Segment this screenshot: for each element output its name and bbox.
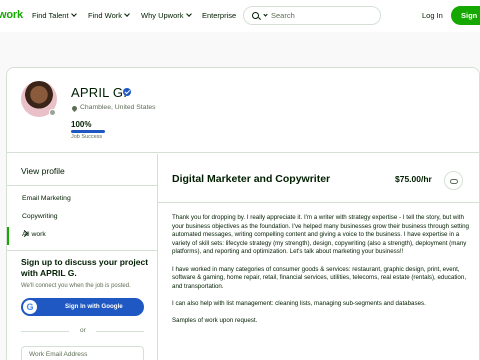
job-success-bar — [71, 130, 105, 133]
login-link[interactable]: Log In — [422, 11, 443, 20]
hourly-rate: $75.00/hr — [395, 174, 432, 184]
job-success-percent: 100% — [71, 120, 92, 129]
job-success-label: Job Success — [71, 134, 103, 140]
google-signin-label: Sign In with Google — [65, 303, 123, 310]
profile-card: APRIL G. Chamblee, United States 100% Jo… — [6, 67, 480, 360]
location-text: Chamblee, United States — [80, 104, 156, 111]
nav-find-talent-label: Find Talent — [32, 11, 69, 20]
signup-subtext: We'll connect you when the job is posted… — [21, 283, 131, 289]
sidebar-item-label: Copywriting — [22, 213, 58, 220]
verified-icon — [123, 88, 131, 96]
nav-find-work[interactable]: Find Work — [88, 11, 130, 20]
top-navigation: work Find Talent Find Work Why Upwork En… — [0, 0, 480, 32]
divider — [7, 185, 158, 186]
nav-why-upwork[interactable]: Why Upwork — [141, 11, 192, 20]
signup-button[interactable]: Sign — [451, 6, 480, 25]
nav-find-talent[interactable]: Find Talent — [32, 11, 77, 20]
nav-find-work-label: Find Work — [88, 11, 123, 20]
link-icon — [450, 178, 458, 184]
copy-link-button[interactable] — [444, 171, 463, 190]
chevron-down-icon — [185, 11, 192, 17]
status-dot — [49, 109, 56, 116]
search-placeholder[interactable]: Search — [271, 11, 295, 20]
upwork-logo[interactable]: work — [0, 9, 23, 21]
divider — [21, 331, 69, 332]
sidebar-item-all-work[interactable]: All work — [7, 227, 158, 245]
profile-header: APRIL G. Chamblee, United States 100% Jo… — [7, 68, 480, 153]
main-content: Digital Marketer and Copywriter $75.00/h… — [158, 154, 480, 360]
divider — [96, 331, 144, 332]
chevron-down-icon[interactable] — [263, 12, 268, 17]
chevron-down-icon — [124, 11, 130, 17]
nav-why-upwork-label: Why Upwork — [141, 11, 184, 20]
overview-paragraph: Thank you for dropping by. I really appr… — [172, 214, 469, 256]
profile-overview: Thank you for dropping by. I really appr… — [172, 214, 472, 334]
divider — [7, 250, 158, 251]
job-success-fill — [71, 130, 105, 133]
or-separator: or — [80, 327, 86, 334]
search-icon — [252, 12, 259, 19]
nav-enterprise[interactable]: Enterprise — [202, 11, 236, 20]
signup-heading: Sign up to discuss your project with APR… — [21, 257, 149, 278]
freelancer-name: APRIL G. — [71, 85, 128, 100]
chevron-down-icon — [70, 11, 77, 17]
google-signin-button[interactable]: G Sign In with Google — [21, 298, 144, 316]
overview-paragraph: I can also help with list management: cl… — [172, 299, 426, 307]
divider — [158, 202, 480, 203]
overview-paragraph: Samples of work upon request. — [172, 317, 258, 325]
location-pin-icon — [70, 104, 79, 113]
sidebar-item-copywriting[interactable]: Copywriting — [7, 209, 158, 227]
overview-paragraph: I have worked in many categories of cons… — [172, 265, 467, 290]
view-profile-heading: View profile — [21, 166, 65, 176]
sidebar-item-label: Email Marketing — [22, 195, 71, 202]
sidebar: View profile Email Marketing Copywriting… — [7, 154, 158, 360]
google-icon: G — [23, 300, 37, 314]
work-email-input[interactable] — [21, 346, 144, 360]
profile-title: Digital Marketer and Copywriter — [172, 173, 331, 185]
search-bar[interactable]: Search — [243, 6, 381, 25]
sidebar-item-email-marketing[interactable]: Email Marketing — [7, 191, 158, 209]
